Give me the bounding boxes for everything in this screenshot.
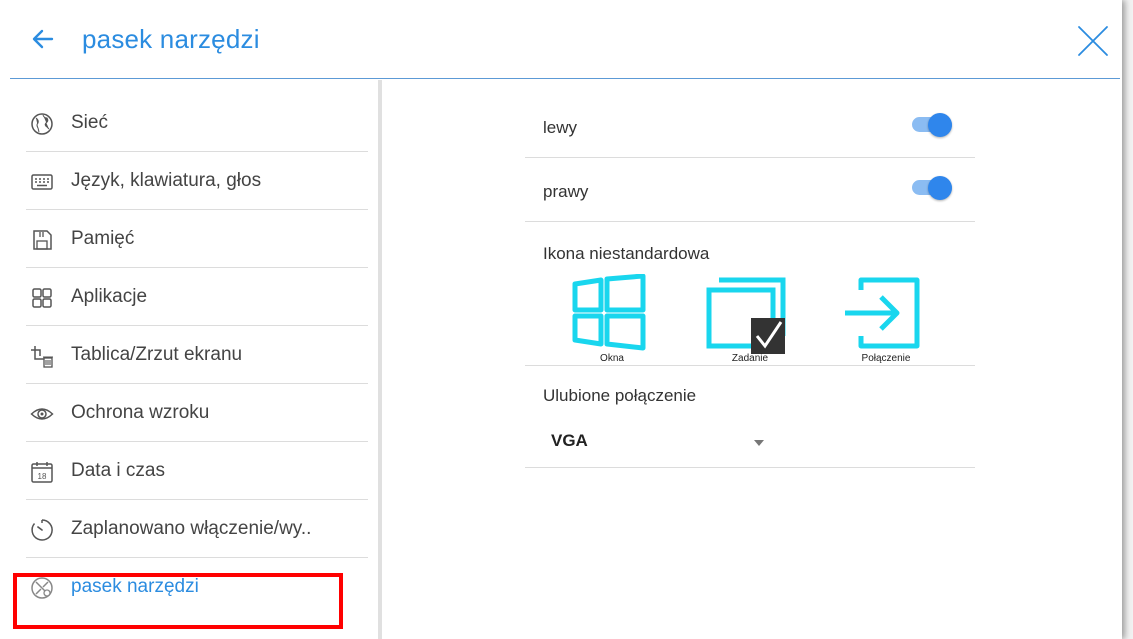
favorite-connection-select[interactable]: VGA	[543, 427, 783, 457]
sidebar-item-label: Data i czas	[71, 460, 165, 481]
apps-grid-icon	[32, 288, 52, 308]
calendar-icon: 18	[31, 462, 53, 483]
page-title: pasek narzędzi	[82, 24, 260, 54]
favorite-connection-label: Ulubione połączenie	[543, 386, 697, 405]
icon-caption: Zadanie	[731, 353, 769, 364]
header-divider	[10, 78, 1120, 79]
close-icon[interactable]	[1076, 24, 1110, 58]
globe-icon	[31, 113, 53, 135]
toggle-knob	[928, 176, 952, 200]
sidebar-item-whiteboard[interactable]: Tablica/Zrzut ekranu	[10, 326, 368, 384]
sidebar-item-label: Sieć	[71, 112, 108, 133]
left-toolbar-toggle[interactable]	[910, 110, 954, 138]
sidebar-item-language[interactable]: Język, klawiatura, głos	[10, 152, 368, 210]
pane-divider	[378, 80, 382, 639]
back-arrow-icon[interactable]	[32, 28, 54, 50]
icon-option-task[interactable]: Zadanie	[695, 274, 805, 364]
windows-icon	[572, 274, 646, 351]
custom-icon-label: Ikona niestandardowa	[543, 244, 710, 263]
select-value: VGA	[551, 431, 588, 450]
input-connect-icon	[845, 277, 920, 349]
left-toolbar-row: lewy	[525, 96, 975, 158]
right-toolbar-toggle[interactable]	[910, 173, 954, 201]
right-toolbar-row: prawy	[525, 158, 975, 222]
right-toolbar-label: prawy	[543, 182, 589, 201]
sidebar-item-label: Pamięć	[71, 228, 135, 249]
divider	[525, 467, 975, 468]
eye-icon	[30, 408, 54, 420]
highlight-annotation	[13, 573, 343, 629]
storage-icon	[33, 230, 52, 250]
sidebar-item-label: Język, klawiatura, głos	[71, 170, 262, 191]
sidebar-item-schedule[interactable]: Zaplanowano włączenie/wy..	[10, 500, 368, 558]
left-toolbar-label: lewy	[543, 118, 578, 137]
sidebar-item-eye-care[interactable]: Ochrona wzroku	[10, 384, 368, 442]
sidebar-item-apps[interactable]: Aplikacje	[10, 268, 368, 326]
sidebar-item-label: Tablica/Zrzut ekranu	[71, 344, 243, 365]
icon-caption: Okna	[600, 353, 624, 364]
sidebar-item-storage[interactable]: Pamięć	[10, 210, 368, 268]
crop-trash-icon	[31, 346, 53, 368]
icon-caption: Połączenie	[861, 353, 911, 364]
sidebar-item-label: Ochrona wzroku	[71, 402, 210, 423]
sidebar-item-network[interactable]: Sieć	[10, 94, 368, 152]
sidebar-item-date-time[interactable]: 18 Data i czas	[10, 442, 368, 500]
timer-icon	[31, 519, 53, 541]
sidebar-item-label: Aplikacje	[71, 286, 148, 307]
keyboard-icon	[31, 174, 53, 190]
custom-icon-section: Ikona niestandardowa Okna Zadanie Połącz…	[525, 222, 975, 366]
sidebar-item-label: Zaplanowano włączenie/wy..	[71, 518, 312, 539]
settings-window: pasek narzędzi Sieć Język, klawiatura, g…	[0, 0, 1122, 639]
icon-option-connection[interactable]: Połączenie	[831, 274, 941, 364]
task-windows-icon	[706, 277, 786, 354]
toggle-knob	[928, 113, 952, 137]
chevron-down-icon	[754, 440, 764, 446]
icon-option-windows[interactable]: Okna	[557, 274, 667, 364]
calendar-day-text: 18	[38, 472, 47, 481]
